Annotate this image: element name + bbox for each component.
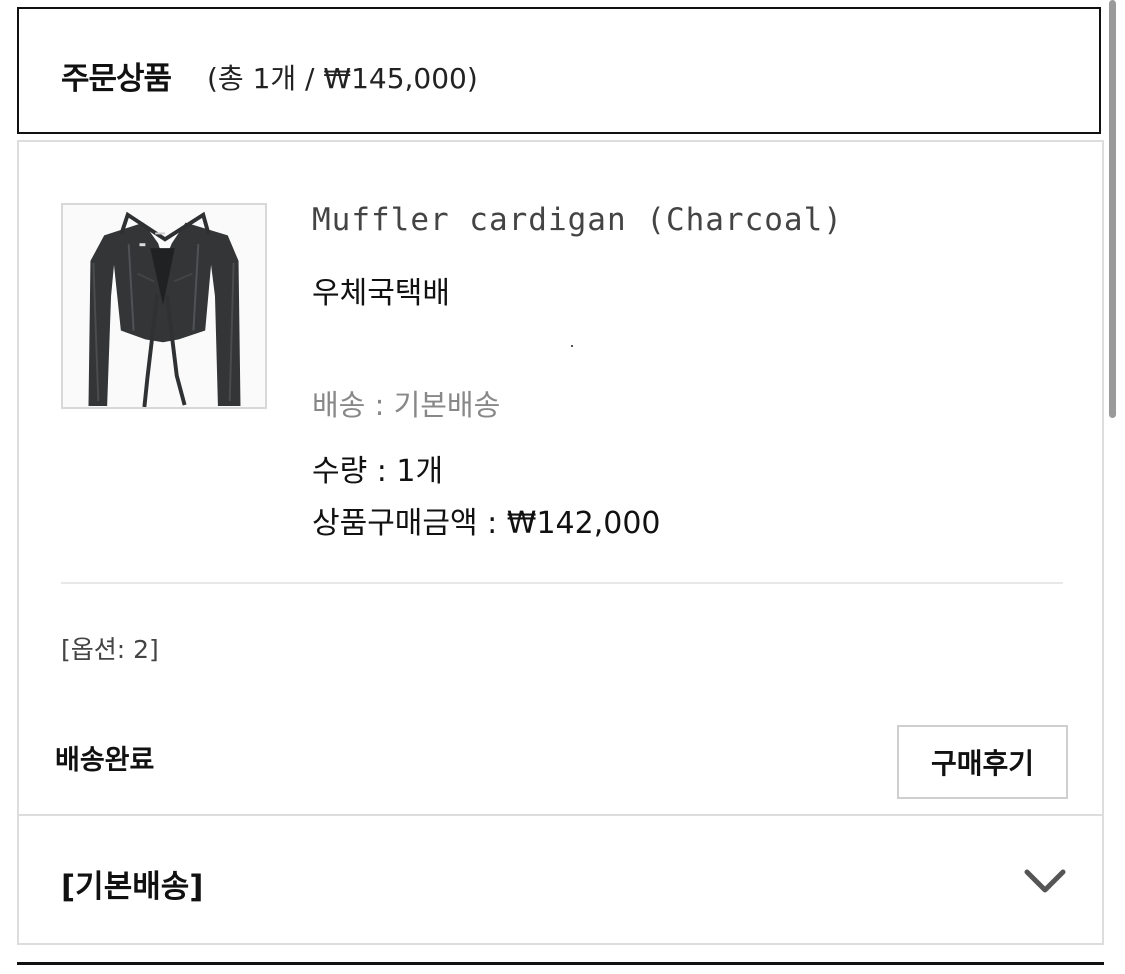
- write-review-button[interactable]: 구매후기: [897, 725, 1068, 799]
- chevron-down-icon[interactable]: [1023, 864, 1067, 898]
- next-section-top-border: [17, 962, 1104, 974]
- order-products-summary: (총 1개 / ₩145,000): [207, 62, 478, 95]
- basic-shipping-section[interactable]: [기본배송]: [17, 814, 1104, 945]
- charcoal-cardigan-image: [63, 205, 265, 407]
- shipping-company: 우체국택배: [312, 276, 450, 311]
- product-option: [옵션: 2]: [61, 635, 159, 664]
- order-products-header: 주문상품 (총 1개 / ₩145,000): [17, 7, 1101, 134]
- product-thumbnail[interactable]: [61, 203, 267, 409]
- order-product-card: Muffler cardigan (Charcoal) 우체국택배 배송 : 기…: [17, 140, 1104, 816]
- product-quantity: 수량 : 1개: [312, 454, 444, 489]
- delivery-method: 배송 : 기본배송: [312, 388, 501, 422]
- scrollbar-thumb[interactable]: [1109, 0, 1116, 418]
- product-divider: [61, 582, 1063, 584]
- decorative-dot: [571, 345, 573, 347]
- product-purchase-amount: 상품구매금액 : ₩142,000: [312, 506, 661, 541]
- product-name-link[interactable]: Muffler cardigan (Charcoal): [312, 202, 843, 238]
- delivery-status: 배송완료: [55, 745, 155, 776]
- basic-shipping-title: [기본배송]: [61, 869, 204, 905]
- order-products-title: 주문상품: [61, 61, 172, 97]
